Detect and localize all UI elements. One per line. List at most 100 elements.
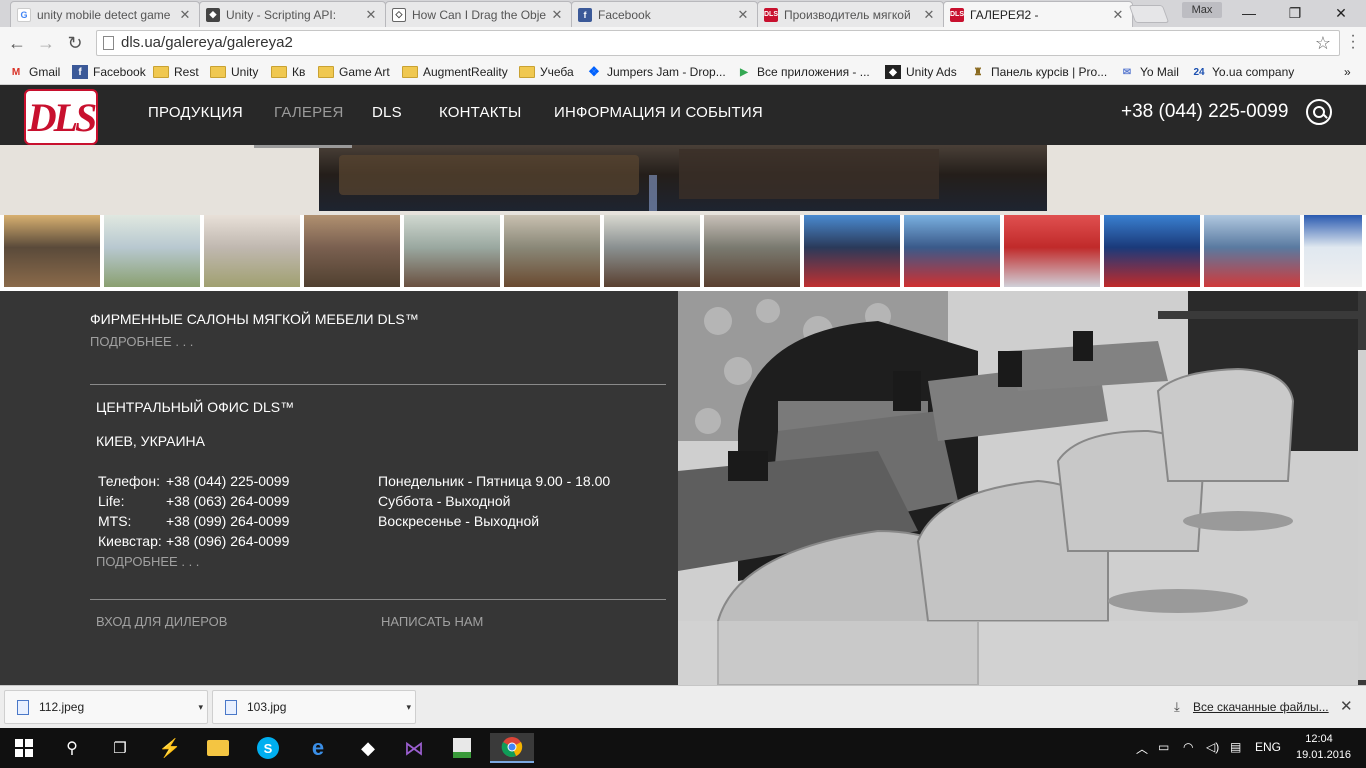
gallery-thumbnail[interactable] [1304, 215, 1362, 287]
skype-icon[interactable]: S [246, 733, 290, 763]
gallery-thumbnail[interactable] [1204, 215, 1300, 287]
all-downloads-link[interactable]: Все скачанные файлы... [1193, 700, 1329, 714]
phone-number[interactable]: +38 (096) 264-0099 [166, 533, 289, 549]
tab-close-icon[interactable]: ✕ [921, 7, 937, 23]
tab-close-icon[interactable]: ✕ [735, 7, 751, 23]
tab-close-icon[interactable]: ✕ [363, 7, 379, 23]
nav-gallery[interactable]: ГАЛЕРЕЯ [274, 104, 344, 121]
bookmark-gmail[interactable]: M Gmail [8, 62, 61, 82]
profile-badge[interactable]: Max [1182, 2, 1222, 18]
gallery-thumbnail[interactable] [904, 215, 1000, 287]
gallery-thumbnail[interactable] [604, 215, 700, 287]
bookmark-unity-ads[interactable]: ◆ Unity Ads [885, 62, 957, 82]
gallery-thumbnail[interactable] [804, 215, 900, 287]
dealer-login-link[interactable]: ВХОД ДЛЯ ДИЛЕРОВ [96, 614, 227, 629]
spreadsheet-app-icon[interactable] [440, 733, 484, 763]
gallery-thumbnail[interactable] [204, 215, 300, 287]
forward-arrow-icon[interactable]: → [35, 33, 57, 53]
gallery-thumbnail[interactable] [4, 215, 100, 287]
bookmark-folder-game-art[interactable]: Game Art [318, 62, 390, 82]
bookmark-folder-ucheba[interactable]: Учеба [519, 62, 574, 82]
gallery-thumbnail[interactable] [404, 215, 500, 287]
office-more-link[interactable]: ПОДРОБНЕЕ . . . [96, 554, 199, 569]
gallery-thumbnail[interactable] [1104, 215, 1200, 287]
dropdown-caret-icon[interactable]: ▾ [406, 702, 411, 713]
bookmark-yo-mail[interactable]: ✉ Yo Mail [1119, 62, 1179, 82]
gallery-thumbnail[interactable] [1004, 215, 1100, 287]
dls-logo[interactable]: DLS [24, 89, 98, 145]
minimize-button[interactable]: — [1234, 4, 1264, 22]
dropdown-caret-icon[interactable]: ▾ [198, 702, 203, 713]
input-language[interactable]: ENG [1255, 740, 1281, 754]
maximize-button[interactable]: ❐ [1280, 4, 1310, 22]
download-item[interactable]: 112.jpeg ▾ [4, 690, 208, 724]
nav-dls[interactable]: DLS [372, 104, 402, 121]
browser-tab[interactable]: ◇ How Can I Drag the Obje ✕ [385, 1, 572, 27]
hero-shape [679, 149, 939, 199]
browser-tab[interactable]: G unity mobile detect game ✕ [10, 1, 200, 27]
taskbar-clock[interactable]: 12:04 19.01.2016 [1296, 731, 1351, 763]
bookmark-folder-kv[interactable]: Кв [271, 62, 305, 82]
dls-icon: DLS [950, 7, 964, 22]
gallery-thumbnail[interactable] [104, 215, 200, 287]
edge-icon[interactable]: e [296, 733, 340, 763]
bookmark-yo-company[interactable]: 24 Yo.ua company [1191, 62, 1294, 82]
browser-tab[interactable]: f Facebook ✕ [571, 1, 758, 27]
browser-tab-active[interactable]: DLS ГАЛЕРЕЯ2 - ✕ [943, 1, 1133, 27]
windows-start-icon[interactable] [2, 733, 46, 763]
browser-tab[interactable]: ◆ Unity - Scripting API: ✕ [199, 1, 386, 27]
page-scrollbar[interactable] [1358, 350, 1366, 680]
gallery-main-image[interactable] [319, 145, 1047, 211]
volume-icon[interactable]: ◁) [1206, 740, 1219, 754]
search-icon[interactable]: ⚲ [50, 733, 94, 763]
notifications-icon[interactable]: ▤ [1230, 740, 1241, 754]
gallery-thumbnail[interactable] [304, 215, 400, 287]
chrome-menu-icon[interactable]: · · · [1346, 28, 1360, 56]
nav-contacts[interactable]: КОНТАКТЫ [439, 104, 522, 121]
task-view-icon[interactable]: ❐ [98, 733, 142, 763]
phone-number[interactable]: +38 (044) 225-0099 [166, 473, 289, 489]
bookmark-all-apps[interactable]: ▶ Все приложения - ... [736, 62, 870, 82]
close-downloads-icon[interactable]: ✕ [1340, 697, 1353, 715]
bookmark-folder-rest[interactable]: Rest [153, 62, 199, 82]
bookmark-course-panel[interactable]: ♜ Панель курсів | Pro... [970, 62, 1108, 82]
tab-close-icon[interactable]: ✕ [549, 7, 565, 23]
back-arrow-icon[interactable]: ← [6, 33, 28, 53]
phone-number[interactable]: +38 (063) 264-0099 [166, 493, 289, 509]
file-explorer-icon[interactable] [196, 733, 240, 763]
reload-icon[interactable]: ↻ [64, 33, 86, 53]
tab-close-icon[interactable]: ✕ [177, 7, 193, 23]
bookmark-facebook[interactable]: f Facebook [72, 62, 146, 82]
close-window-button[interactable]: ✕ [1326, 4, 1356, 22]
download-item[interactable]: 103.jpg ▾ [212, 690, 416, 724]
write-us-link[interactable]: НАПИСАТЬ НАМ [381, 614, 483, 629]
salons-more-link[interactable]: ПОДРОБНЕЕ . . . [90, 334, 193, 349]
gallery-thumbnail[interactable] [504, 215, 600, 287]
header-phone[interactable]: +38 (044) 225-0099 [1121, 101, 1288, 123]
unity-icon[interactable]: ◆ [346, 733, 390, 763]
page-icon [103, 36, 114, 50]
gallery-thumbnail[interactable] [704, 215, 800, 287]
visual-studio-icon[interactable]: ⋈ [392, 733, 436, 763]
new-tab-button[interactable] [1128, 5, 1170, 23]
address-bar[interactable]: dls.ua/galereya/galereya2 ☆ [96, 30, 1340, 56]
bookmark-label: Game Art [339, 65, 390, 79]
nav-products[interactable]: ПРОДУКЦИЯ [148, 104, 243, 121]
salons-title[interactable]: ФИРМЕННЫЕ САЛОНЫ МЯГКОЙ МЕБЕЛИ DLS™ [90, 311, 419, 327]
chrome-icon[interactable] [490, 733, 534, 763]
tab-close-icon[interactable]: ✕ [1110, 7, 1126, 23]
phone-number[interactable]: +38 (099) 264-0099 [166, 513, 289, 529]
app-lightning-icon[interactable]: ⚡ [148, 733, 192, 763]
bookmark-jumpers-jam[interactable]: ❖ Jumpers Jam - Drop... [586, 62, 726, 82]
nav-info-events[interactable]: ИНФОРМАЦИЯ И СОБЫТИЯ [554, 104, 763, 121]
bookmarks-overflow-button[interactable]: » [1344, 62, 1351, 82]
bookmark-folder-unity[interactable]: Unity [210, 62, 258, 82]
search-icon[interactable] [1306, 99, 1332, 125]
wifi-icon[interactable]: ◠ [1183, 740, 1193, 754]
chevron-up-icon[interactable]: ︿ [1136, 740, 1148, 757]
battery-icon[interactable]: ▭ [1158, 740, 1169, 754]
bookmark-folder-augmentreality[interactable]: AugmentReality [402, 62, 508, 82]
bookmark-star-icon[interactable]: ☆ [1315, 31, 1331, 55]
browser-tab[interactable]: DLS Производитель мягкой ✕ [757, 1, 944, 27]
office-title: ЦЕНТРАЛЬНЫЙ ОФИС DLS™ [96, 399, 295, 415]
